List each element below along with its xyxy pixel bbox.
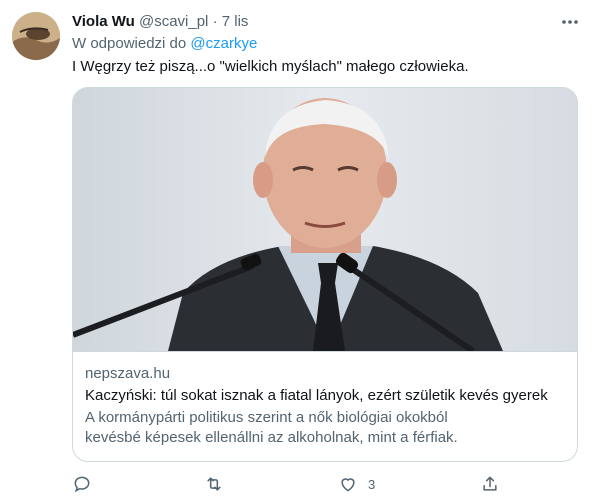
tweet[interactable]: Viola Wu @scavi_pl · 7 lis W odpowiedzi … xyxy=(0,0,602,504)
reply-prefix: W odpowiedzi do xyxy=(72,35,187,52)
reply-icon xyxy=(74,476,90,493)
timestamp[interactable]: 7 lis xyxy=(222,13,249,30)
reply-button[interactable] xyxy=(72,472,92,496)
like-count: 3 xyxy=(368,476,376,492)
card-image xyxy=(73,88,577,354)
reply-mention-link[interactable]: @czarkye xyxy=(190,35,257,52)
author-handle[interactable]: @scavi_pl xyxy=(139,13,208,30)
card-body: nepszava.hu Kaczyński: túl sokat isznak … xyxy=(85,364,565,448)
retweet-button[interactable] xyxy=(204,472,224,496)
card-domain: nepszava.hu xyxy=(85,365,171,382)
author-name[interactable]: Viola Wu xyxy=(72,13,135,30)
retweet-icon xyxy=(207,477,221,491)
share-icon xyxy=(483,476,497,491)
share-button[interactable] xyxy=(480,472,500,496)
reply-context: W odpowiedzi do @czarkye xyxy=(72,34,257,54)
separator-dot: · xyxy=(212,13,218,30)
link-card[interactable]: nepszava.hu Kaczyński: túl sokat isznak … xyxy=(72,87,578,462)
tweet-text: I Węgrzy też piszą...o "wielkich myślach… xyxy=(72,58,469,75)
more-options-icon[interactable] xyxy=(560,12,580,32)
action-bar: 3 xyxy=(72,472,512,496)
avatar[interactable] xyxy=(12,12,60,60)
card-description: A kormánypárti politikus szerint a nők b… xyxy=(85,409,458,446)
card-title: Kaczyński: túl sokat isznak a fiatal lán… xyxy=(85,387,548,404)
tweet-header: Viola Wu @scavi_pl · 7 lis xyxy=(72,12,562,32)
like-button[interactable]: 3 xyxy=(338,472,375,496)
like-icon xyxy=(341,478,355,492)
